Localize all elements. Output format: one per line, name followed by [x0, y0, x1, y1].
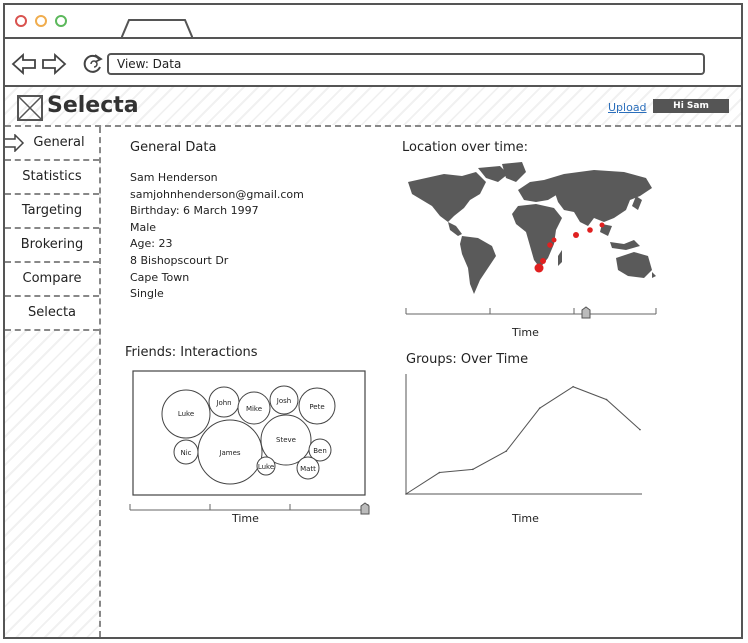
- sidebar-item-label: Compare: [22, 271, 82, 286]
- bubble-label: Nic: [180, 449, 191, 457]
- back-arrow-icon[interactable]: [11, 53, 37, 75]
- data-point: [538, 407, 541, 409]
- sidebar-item-statistics[interactable]: Statistics: [5, 161, 99, 195]
- browser-window: View: Data Selecta Upload Hi Sam General…: [3, 3, 743, 639]
- close-dot[interactable]: [15, 15, 27, 27]
- general-data-list: Sam Henderson samjohnhenderson@gmail.com…: [130, 170, 304, 303]
- data-point: [472, 468, 474, 471]
- forward-arrow-icon[interactable]: [41, 53, 67, 75]
- info-gender: Male: [130, 220, 157, 234]
- sidebar-item-general[interactable]: General: [5, 127, 99, 161]
- info-city: Cape Town: [130, 270, 190, 284]
- location-time-slider[interactable]: [404, 304, 660, 320]
- friends-time-label: Time: [232, 512, 259, 525]
- user-button[interactable]: Hi Sam: [653, 99, 729, 113]
- sidebar-item-label: Statistics: [22, 169, 82, 184]
- data-point: [572, 385, 574, 388]
- groups-title: Groups: Over Time: [406, 352, 529, 367]
- data-point: [605, 398, 608, 401]
- sidebar-item-selecta[interactable]: Selecta: [5, 297, 99, 331]
- bubble-label: Steve: [276, 436, 296, 444]
- title-bar: [5, 5, 741, 39]
- logo-icon: [17, 95, 43, 121]
- data-point: [405, 493, 407, 495]
- maximize-dot[interactable]: [55, 15, 67, 27]
- address-bar[interactable]: View: Data: [107, 53, 705, 75]
- location-title: Location over time:: [402, 140, 528, 155]
- world-map: [408, 162, 656, 294]
- info-birthday: Birthday: 6 March 1997: [130, 204, 259, 218]
- data-point: [505, 450, 508, 452]
- sidebar-item-label: Brokering: [20, 237, 84, 252]
- browser-toolbar: View: Data: [5, 39, 741, 87]
- bubble-label: Luke: [258, 463, 274, 471]
- bubble-label: Luke: [178, 410, 194, 418]
- upload-link[interactable]: Upload: [608, 101, 647, 114]
- sidebar-item-compare[interactable]: Compare: [5, 263, 99, 297]
- sidebar-item-label: Targeting: [21, 203, 83, 218]
- sidebar-item-label: General: [33, 135, 85, 150]
- bubble-label: Ben: [313, 447, 327, 455]
- friends-title: Friends: Interactions: [125, 345, 258, 360]
- bubble-label: James: [218, 449, 240, 457]
- app-header: Selecta Upload Hi Sam: [5, 87, 741, 127]
- browser-tab[interactable]: [121, 19, 193, 39]
- sidebar-item-label: Selecta: [27, 305, 77, 320]
- bubble-label: Pete: [309, 403, 324, 411]
- groups-x-axis-label: Time: [512, 512, 539, 525]
- bubble-label: Josh: [276, 397, 291, 405]
- friends-bubble-chart: Luke John Mike Josh Pete Nic James Steve…: [132, 370, 366, 496]
- current-page-arrow-icon: [5, 134, 25, 152]
- bubble-label: Matt: [300, 465, 316, 473]
- sidebar-item-brokering[interactable]: Brokering: [5, 229, 99, 263]
- info-address: 8 Bishopscourt Dr: [130, 253, 229, 267]
- reload-icon[interactable]: [81, 53, 105, 75]
- data-point: [438, 471, 441, 474]
- series-line: [405, 386, 641, 495]
- sidebar: General Statistics Targeting Brokering C…: [5, 127, 101, 637]
- data-point: [639, 428, 641, 431]
- location-time-label: Time: [512, 326, 539, 339]
- info-name: Sam Henderson: [130, 171, 218, 184]
- general-data-title: General Data: [130, 140, 217, 155]
- groups-line-chart: [405, 374, 642, 495]
- info-age: Age: 23: [130, 237, 173, 251]
- minimize-dot[interactable]: [35, 15, 47, 27]
- sidebar-item-targeting[interactable]: Targeting: [5, 195, 99, 229]
- info-status: Single: [130, 287, 164, 301]
- info-email: samjohnhenderson@gmail.com: [130, 187, 304, 201]
- app-logo-text: Selecta: [47, 93, 139, 118]
- bubble-label: John: [215, 399, 231, 407]
- bubble-label: Mike: [246, 405, 262, 413]
